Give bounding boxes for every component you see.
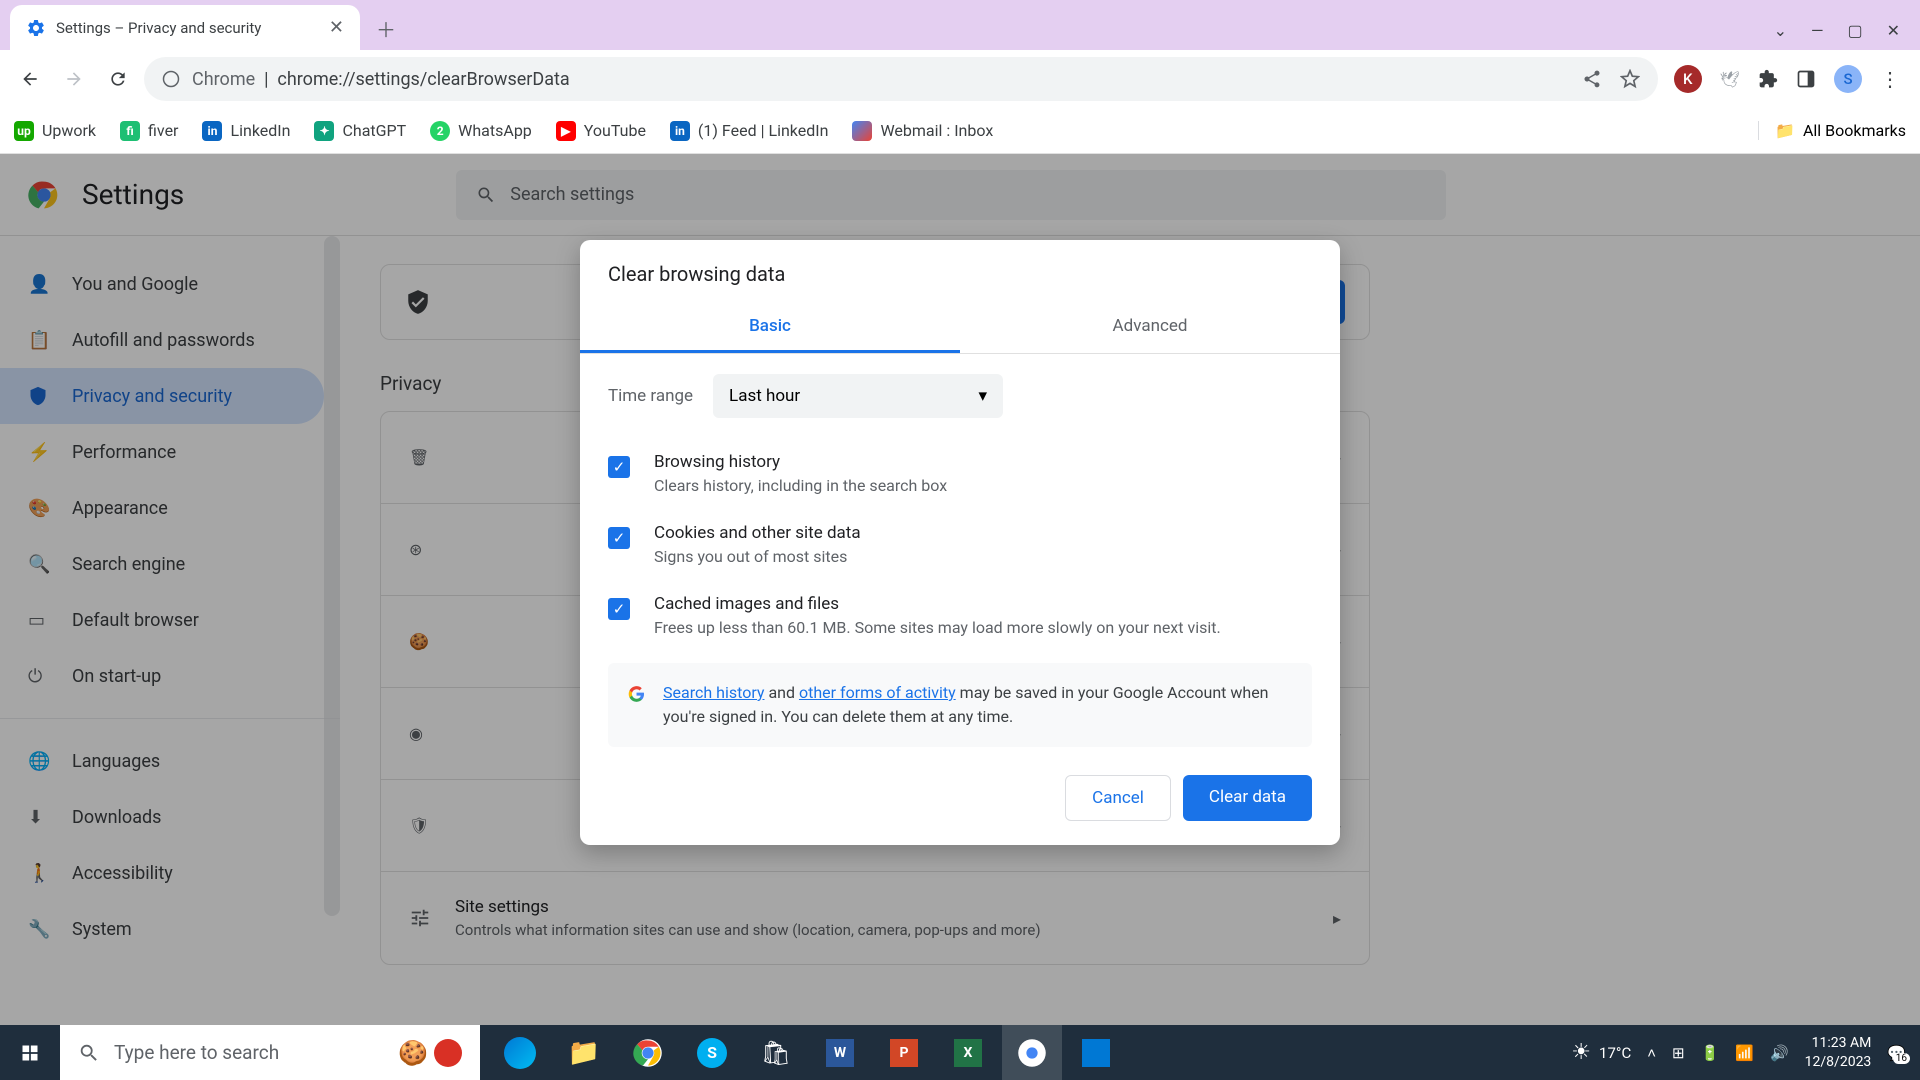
share-icon[interactable]: [1582, 69, 1602, 89]
back-button[interactable]: [12, 61, 48, 97]
taskbar-search[interactable]: Type here to search 🍪: [60, 1025, 480, 1080]
time-range-select[interactable]: Last hour ▾: [713, 374, 1003, 418]
clear-browsing-data-dialog: Clear browsing data Basic Advanced Time …: [580, 240, 1340, 845]
taskbar-explorer[interactable]: 📁: [554, 1025, 614, 1080]
option-browsing-history[interactable]: ✓ Browsing historyClears history, includ…: [608, 438, 1312, 509]
profile-avatar[interactable]: S: [1834, 65, 1862, 93]
bookmark-youtube[interactable]: ▶YouTube: [556, 121, 646, 141]
taskbar-chrome-active[interactable]: [1002, 1025, 1062, 1080]
close-icon[interactable]: ✕: [329, 17, 344, 38]
dialog-tabs: Basic Advanced: [580, 302, 1340, 354]
taskbar-clock[interactable]: 11:23 AM12/8/2023: [1805, 1034, 1872, 1070]
reload-button[interactable]: [100, 61, 136, 97]
option-cookies[interactable]: ✓ Cookies and other site dataSigns you o…: [608, 509, 1312, 580]
weather-widget[interactable]: ☀17°C: [1571, 1040, 1631, 1065]
side-panel-icon[interactable]: [1796, 69, 1816, 89]
start-button[interactable]: [0, 1025, 60, 1080]
menu-icon[interactable]: ⋮: [1880, 67, 1900, 91]
windows-taskbar: Type here to search 🍪 📁 S 🛍 W P X ☀17°C …: [0, 1025, 1920, 1080]
taskbar-skype[interactable]: S: [682, 1025, 742, 1080]
bookmarks-bar: upUpwork fifiver inLinkedIn ✦ChatGPT 2Wh…: [0, 108, 1920, 154]
bookmark-whatsapp[interactable]: 2WhatsApp: [430, 121, 532, 141]
tray-volume-icon[interactable]: 🔊: [1770, 1044, 1789, 1062]
address-text: Chrome | chrome://settings/clearBrowserD…: [192, 69, 570, 90]
clear-data-button[interactable]: Clear data: [1183, 775, 1312, 821]
taskbar-word[interactable]: W: [810, 1025, 870, 1080]
bookmark-linkedin-feed[interactable]: in(1) Feed | LinkedIn: [670, 121, 829, 141]
search-icon: [78, 1042, 100, 1064]
notifications-icon[interactable]: 💬16: [1887, 1044, 1906, 1062]
other-activity-link[interactable]: other forms of activity: [799, 683, 956, 702]
dropdown-icon: ▾: [979, 386, 988, 406]
gear-icon: [26, 18, 46, 38]
close-window-icon[interactable]: ✕: [1887, 21, 1900, 40]
taskbar-powerpoint[interactable]: P: [874, 1025, 934, 1080]
dialog-title: Clear browsing data: [580, 240, 1340, 302]
checkbox[interactable]: ✓: [608, 598, 630, 620]
search-history-link[interactable]: Search history: [663, 683, 764, 702]
cancel-button[interactable]: Cancel: [1065, 775, 1171, 821]
bookmark-webmail[interactable]: Webmail : Inbox: [852, 121, 993, 141]
checkbox[interactable]: ✓: [608, 527, 630, 549]
extensions-icon[interactable]: [1758, 69, 1778, 89]
time-range-label: Time range: [608, 386, 693, 406]
option-cached[interactable]: ✓ Cached images and filesFrees up less t…: [608, 580, 1312, 651]
taskbar-app[interactable]: [1066, 1025, 1126, 1080]
window-controls: ⌄ — ▢ ✕: [1774, 21, 1920, 40]
all-bookmarks[interactable]: 📁All Bookmarks: [1758, 121, 1906, 140]
tab-title: Settings – Privacy and security: [56, 19, 319, 37]
google-account-info: Search history and other forms of activi…: [608, 663, 1312, 747]
taskbar-store[interactable]: 🛍: [746, 1025, 806, 1080]
bookmark-star-icon[interactable]: [1620, 69, 1640, 89]
minimize-icon[interactable]: —: [1811, 21, 1824, 40]
extension-avatar[interactable]: K: [1674, 65, 1702, 93]
browser-toolbar: Chrome | chrome://settings/clearBrowserD…: [0, 50, 1920, 108]
taskbar-chrome[interactable]: [618, 1025, 678, 1080]
bookmark-chatgpt[interactable]: ✦ChatGPT: [314, 121, 406, 141]
forward-button[interactable]: [56, 61, 92, 97]
toolbar-actions: K 🕊 S ⋮: [1666, 65, 1908, 93]
bookmark-fiver[interactable]: fifiver: [120, 121, 178, 141]
taskbar-excel[interactable]: X: [938, 1025, 998, 1080]
tray-location-icon[interactable]: ⊞: [1672, 1044, 1685, 1062]
tab-basic[interactable]: Basic: [580, 302, 960, 353]
tray-wifi-icon[interactable]: 📶: [1735, 1044, 1754, 1062]
taskbar-tray: ☀17°C ˄ ⊞ 🔋 📶 🔊 11:23 AM12/8/2023 💬16: [1571, 1034, 1920, 1070]
tray-battery-icon[interactable]: 🔋: [1701, 1044, 1720, 1062]
checkbox[interactable]: ✓: [608, 456, 630, 478]
taskbar-edge[interactable]: [490, 1025, 550, 1080]
taskbar-apps: 📁 S 🛍 W P X: [490, 1025, 1126, 1080]
tab-advanced[interactable]: Advanced: [960, 302, 1340, 353]
bookmark-upwork[interactable]: upUpwork: [14, 121, 96, 141]
dove-icon[interactable]: 🕊: [1720, 70, 1740, 89]
new-tab-button[interactable]: ＋: [368, 10, 404, 46]
maximize-icon[interactable]: ▢: [1847, 21, 1862, 40]
tab-strip: Settings – Privacy and security ✕ ＋ ⌄ — …: [0, 0, 1920, 50]
address-bar[interactable]: Chrome | chrome://settings/clearBrowserD…: [144, 57, 1658, 101]
tab-search-icon[interactable]: ⌄: [1774, 21, 1787, 40]
tray-chevron-icon[interactable]: ˄: [1647, 1044, 1656, 1062]
bookmark-linkedin[interactable]: inLinkedIn: [202, 121, 290, 141]
browser-tab[interactable]: Settings – Privacy and security ✕: [10, 5, 360, 50]
site-info-icon: [162, 70, 180, 88]
google-icon: [628, 681, 645, 707]
